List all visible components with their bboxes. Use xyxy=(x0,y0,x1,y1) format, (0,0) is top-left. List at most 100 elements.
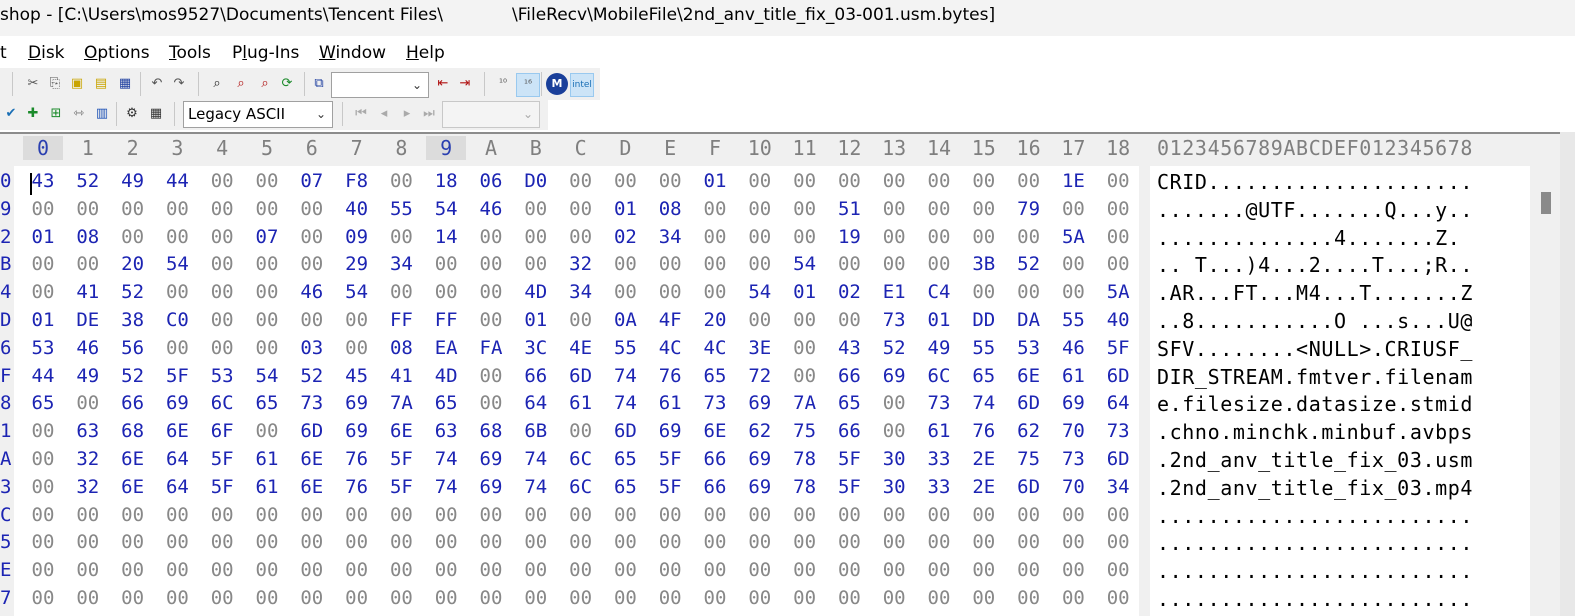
hex-byte[interactable]: 00 xyxy=(381,226,421,248)
hex-byte[interactable]: 00 xyxy=(516,198,556,220)
hex-byte[interactable]: 06 xyxy=(471,170,511,192)
hex-byte[interactable]: 00 xyxy=(202,531,242,553)
hex-byte[interactable]: 00 xyxy=(874,504,914,526)
hex-byte[interactable]: D0 xyxy=(516,170,556,192)
hex-byte[interactable]: 00 xyxy=(874,392,914,414)
hex-byte[interactable]: 00 xyxy=(785,531,825,553)
hex-byte[interactable]: 6C xyxy=(561,448,601,470)
hex-byte[interactable]: 52 xyxy=(292,365,332,387)
hex-byte[interactable]: 00 xyxy=(695,504,735,526)
hex-byte[interactable]: 7A xyxy=(381,392,421,414)
hex-byte[interactable]: 53 xyxy=(1009,337,1049,359)
gear-icon[interactable]: ⚙ xyxy=(121,103,143,125)
compare-icon[interactable]: ⊞ xyxy=(45,103,67,125)
hex-byte[interactable]: 3E xyxy=(740,337,780,359)
hex-byte[interactable]: 61 xyxy=(650,392,690,414)
hex-byte[interactable]: 41 xyxy=(68,281,108,303)
hex-byte[interactable]: 5F xyxy=(381,476,421,498)
hex-byte[interactable]: 6D xyxy=(1098,448,1138,470)
hex-byte[interactable]: 00 xyxy=(561,531,601,553)
hex-byte[interactable]: 65 xyxy=(605,476,645,498)
hex-byte[interactable]: 65 xyxy=(23,392,63,414)
hex-byte[interactable]: 00 xyxy=(650,504,690,526)
copy-icon[interactable]: ⎘ xyxy=(44,73,66,95)
hex-byte[interactable]: 00 xyxy=(292,587,332,609)
hex-byte[interactable]: 69 xyxy=(1053,392,1093,414)
hex-byte[interactable]: DE xyxy=(68,309,108,331)
hex-byte[interactable]: 00 xyxy=(1098,531,1138,553)
hex-byte[interactable]: 00 xyxy=(157,337,197,359)
hex-byte[interactable]: 7A xyxy=(785,392,825,414)
hex-byte[interactable]: 00 xyxy=(1098,226,1138,248)
hex-byte[interactable]: 2E xyxy=(964,476,1004,498)
add-icon[interactable]: ✚ xyxy=(22,103,44,125)
hex-byte[interactable]: 5F xyxy=(829,476,869,498)
hex-byte[interactable]: 00 xyxy=(964,587,1004,609)
menu-disk[interactable]: Disk xyxy=(28,43,65,63)
hex-byte[interactable]: 65 xyxy=(695,365,735,387)
goto-next-icon[interactable]: ⇥ xyxy=(454,73,476,95)
hex-byte[interactable]: 00 xyxy=(23,559,63,581)
hex-byte[interactable]: 5F xyxy=(829,448,869,470)
hex-byte[interactable]: 00 xyxy=(695,226,735,248)
hex-byte[interactable]: 00 xyxy=(964,559,1004,581)
hex-byte[interactable]: 74 xyxy=(964,392,1004,414)
hex-byte[interactable]: 00 xyxy=(561,587,601,609)
hex-byte[interactable]: 00 xyxy=(605,170,645,192)
hex-byte[interactable]: 4C xyxy=(650,337,690,359)
hex-byte[interactable]: 66 xyxy=(695,476,735,498)
menu-tools[interactable]: Tools xyxy=(169,43,211,63)
hex-byte[interactable]: 00 xyxy=(157,281,197,303)
hex-byte[interactable]: 00 xyxy=(426,253,466,275)
hex-byte[interactable]: 00 xyxy=(650,531,690,553)
hex-byte[interactable]: 29 xyxy=(337,253,377,275)
undo-icon[interactable]: ↶ xyxy=(146,73,168,95)
hex-byte[interactable]: 33 xyxy=(919,448,959,470)
hex-byte[interactable]: 00 xyxy=(471,559,511,581)
hex-byte[interactable]: 6D xyxy=(1009,392,1049,414)
hex-byte[interactable]: 55 xyxy=(964,337,1004,359)
ascii-line[interactable]: .chno.minchk.minbuf.avbps xyxy=(1157,420,1473,444)
hex-byte[interactable]: 54 xyxy=(426,198,466,220)
hex-byte[interactable]: 00 xyxy=(1009,281,1049,303)
hex-byte[interactable]: 00 xyxy=(829,504,869,526)
hex-byte[interactable]: 76 xyxy=(964,420,1004,442)
hex-byte[interactable]: FA xyxy=(471,337,511,359)
hex-byte[interactable]: 00 xyxy=(919,587,959,609)
hex-byte[interactable]: 65 xyxy=(247,392,287,414)
hex-byte[interactable]: 00 xyxy=(516,504,556,526)
hex-byte[interactable]: 00 xyxy=(1053,253,1093,275)
hex-byte[interactable]: 00 xyxy=(471,226,511,248)
hex-byte[interactable]: 00 xyxy=(337,587,377,609)
hex-byte[interactable]: 44 xyxy=(157,170,197,192)
hex-byte[interactable]: 6E xyxy=(113,476,153,498)
hex-byte[interactable]: 00 xyxy=(650,587,690,609)
hex-byte[interactable]: 52 xyxy=(1009,253,1049,275)
hex-byte[interactable]: 61 xyxy=(247,448,287,470)
ascii-line[interactable]: ......................... xyxy=(1157,504,1473,528)
hex-byte[interactable]: 44 xyxy=(23,365,63,387)
hex-byte[interactable]: 76 xyxy=(337,448,377,470)
hex-byte[interactable]: 00 xyxy=(68,253,108,275)
hex-byte[interactable]: 00 xyxy=(292,253,332,275)
hex-byte[interactable]: 00 xyxy=(740,253,780,275)
hex-byte[interactable]: 4D xyxy=(426,365,466,387)
hex-byte[interactable]: 00 xyxy=(202,170,242,192)
hex-byte[interactable]: 00 xyxy=(113,587,153,609)
hex-byte[interactable]: 5A xyxy=(1098,281,1138,303)
hex-byte[interactable]: 00 xyxy=(605,531,645,553)
hex-byte[interactable]: 00 xyxy=(426,587,466,609)
hex-byte[interactable]: 55 xyxy=(381,198,421,220)
hex-byte[interactable]: 74 xyxy=(516,476,556,498)
paste-special-icon[interactable]: ▤ xyxy=(90,73,112,95)
offset-dropdown[interactable]: ⌄ xyxy=(331,72,429,98)
hex-byte[interactable]: 00 xyxy=(785,559,825,581)
hex-byte[interactable]: 00 xyxy=(113,531,153,553)
hex-byte[interactable]: 52 xyxy=(68,170,108,192)
record-dropdown[interactable]: ⌄ xyxy=(442,101,540,128)
hex-byte[interactable]: 64 xyxy=(157,476,197,498)
hex-byte[interactable]: 00 xyxy=(202,226,242,248)
hex-byte[interactable]: 6C xyxy=(202,392,242,414)
hex-byte[interactable]: 00 xyxy=(1098,504,1138,526)
hex-byte[interactable]: 00 xyxy=(561,559,601,581)
